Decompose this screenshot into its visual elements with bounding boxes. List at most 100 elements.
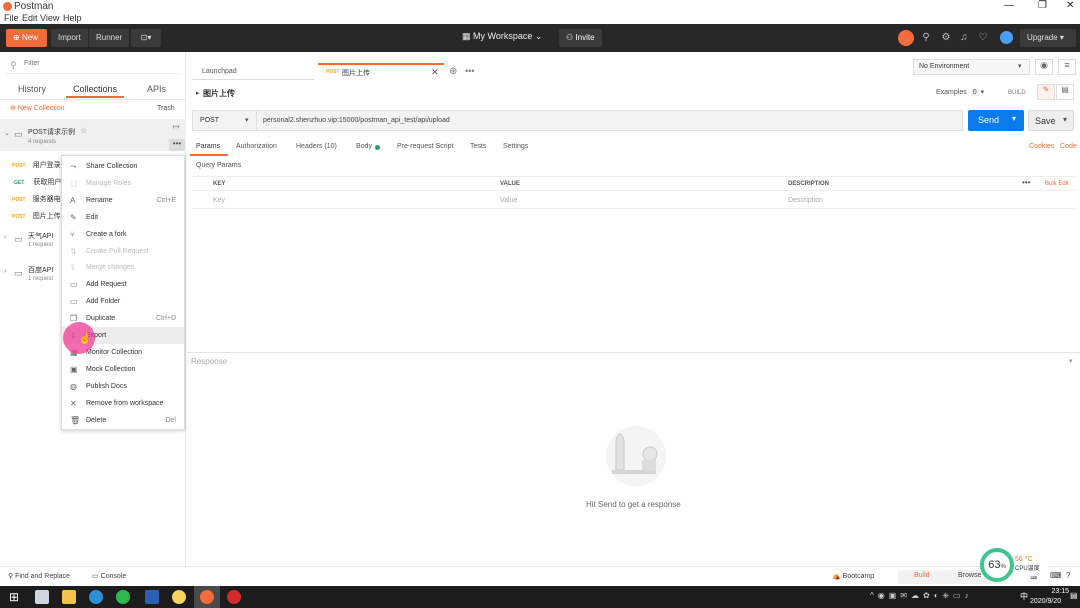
tab-apis[interactable]: APIs — [147, 84, 166, 94]
star-icon[interactable]: ☆ — [80, 126, 87, 135]
more-options-icon[interactable]: ••• — [1022, 178, 1030, 187]
upgrade-button[interactable]: Upgrade ▾ — [1020, 29, 1076, 47]
gear-icon[interactable]: ⚙ — [940, 32, 952, 44]
tab-launchpad[interactable]: Launchpad — [192, 63, 314, 80]
console-button[interactable]: ▭ Console — [92, 572, 126, 580]
collapse-arrow-icon[interactable]: ↦ — [173, 122, 180, 131]
description-field[interactable]: Description — [788, 197, 823, 204]
menu-item-remove-from-workspace[interactable]: ✕ Remove from workspace — [62, 395, 184, 412]
collection-row[interactable]: ⌄ ▭ POST请求示例 ☆ 4 requests ↦ ••• — [0, 119, 186, 151]
menu-item-label: Create Pull Request — [86, 247, 149, 255]
wechat-icon[interactable] — [116, 590, 130, 604]
menu-view[interactable]: View — [40, 13, 59, 23]
menu-item-add-folder[interactable]: ▭ Add Folder — [62, 293, 184, 310]
bulk-edit-link[interactable]: Bulk Edit — [1045, 181, 1069, 187]
menu-item-delete[interactable]: 🗑 Delete Del — [62, 412, 184, 429]
find-replace-button[interactable]: ⚲ Find and Replace — [8, 572, 70, 580]
windows-start-icon[interactable]: ⊞ — [9, 590, 19, 604]
value-field[interactable]: Value — [500, 197, 517, 204]
tab-history[interactable]: History — [18, 84, 46, 94]
menu-item-add-request[interactable]: ▭ Add Request — [62, 276, 184, 293]
add-tab-icon[interactable]: ⊕ — [449, 66, 457, 77]
tab-params[interactable]: Params — [196, 143, 220, 150]
filter-input[interactable] — [24, 60, 174, 67]
import-button[interactable]: Import — [51, 29, 88, 47]
send-button[interactable]: Send ▾ — [968, 110, 1024, 131]
examples-button[interactable]: Examples 0 ▾ — [936, 88, 984, 96]
menu-file[interactable]: File — [4, 13, 19, 23]
menu-item-rename[interactable]: A Rename Ctrl+E — [62, 192, 184, 209]
taskbar-app-icon[interactable] — [35, 590, 49, 604]
settings-sliders-icon[interactable]: ≡ — [1058, 59, 1076, 75]
chevron-down-icon[interactable]: ▾ — [1069, 357, 1073, 365]
chevron-down-icon: ▾ — [980, 89, 985, 96]
list-item[interactable]: GET 获取用户 — [14, 175, 61, 187]
file-explorer-icon[interactable] — [62, 590, 76, 604]
close-icon[interactable]: ✕ — [431, 67, 439, 78]
tab-authorization[interactable]: Authorization — [236, 143, 277, 150]
help-icon[interactable]: ? — [1066, 571, 1070, 580]
browser-icon[interactable] — [89, 590, 103, 604]
notification-icon[interactable]: ▤ — [1070, 591, 1078, 600]
system-tray[interactable]: ^◉▣✉☁✿◐⎈▭♪ — [870, 591, 1020, 603]
url-input[interactable]: personal2.shenzhuo.vip:15000/postman_api… — [257, 110, 963, 131]
menu-item-publish-docs[interactable]: ◍ Publish Docs — [62, 378, 184, 395]
menu-item-mock-collection[interactable]: ▣ Mock Collection — [62, 361, 184, 378]
tab-pre-request-script[interactable]: Pre-request Script — [397, 143, 453, 150]
maximize-icon[interactable]: ❐ — [1038, 0, 1047, 11]
ime-indicator[interactable]: 中 — [1020, 591, 1028, 602]
tab-request[interactable]: POST 图片上传 ✕ — [318, 63, 444, 80]
satellite-icon[interactable]: ⚲ — [920, 32, 932, 44]
menu-item-edit[interactable]: ✎ Edit — [62, 209, 184, 226]
sync-icon[interactable] — [898, 30, 914, 46]
workspace-switcher[interactable]: ▦ My Workspace ⌄ — [462, 31, 542, 42]
build-mode-button[interactable]: Build — [914, 572, 930, 579]
tab-collections[interactable]: Collections — [73, 84, 117, 94]
avatar[interactable] — [1000, 31, 1013, 44]
menu-help[interactable]: Help — [63, 13, 82, 23]
minimize-icon[interactable]: — — [1004, 0, 1014, 11]
new-button[interactable]: ⊕ New — [6, 29, 47, 47]
save-button[interactable]: Save ▾ — [1028, 110, 1074, 131]
eye-icon[interactable]: ◉ — [1035, 59, 1053, 75]
trash-link[interactable]: Trash — [157, 105, 175, 112]
pencil-icon[interactable]: ✎ — [1037, 84, 1055, 100]
chat-app-icon[interactable] — [172, 590, 186, 604]
keyboard-icon[interactable]: ⌨ — [1050, 571, 1062, 580]
list-item[interactable]: POST 图片上传 — [12, 209, 61, 221]
tab-tests[interactable]: Tests — [470, 143, 486, 150]
filter-box[interactable]: ⚲ — [6, 58, 180, 74]
tab-settings[interactable]: Settings — [503, 143, 528, 150]
word-icon[interactable] — [145, 590, 159, 604]
cookies-link[interactable]: Cookies — [1029, 143, 1054, 150]
new-window-button[interactable]: ⊡▾ — [131, 29, 161, 47]
method-select[interactable]: POST ▾ — [192, 110, 257, 131]
menu-item-create-a-fork[interactable]: ⑂ Create a fork — [62, 226, 184, 243]
close-window-icon[interactable]: ✕ — [1066, 0, 1074, 11]
recorder-icon[interactable] — [227, 590, 241, 604]
collection-row[interactable]: › ▭ 百度API 1 request — [0, 260, 60, 292]
clock[interactable]: 23:15 — [1043, 588, 1069, 595]
comment-icon[interactable]: ▤ — [1056, 84, 1074, 100]
list-item[interactable]: POST 服务器电 — [12, 192, 61, 204]
environment-select[interactable]: No Environment ▾ — [913, 59, 1030, 75]
more-tabs-icon[interactable]: ••• — [465, 66, 474, 76]
browse-mode-button[interactable]: Browse — [958, 572, 981, 579]
tab-headers[interactable]: Headers (10) — [296, 143, 337, 150]
code-link[interactable]: Code — [1060, 143, 1077, 150]
key-field[interactable]: Key — [213, 197, 225, 204]
bell-icon[interactable]: ♫ — [958, 32, 970, 44]
menu-edit[interactable]: Edit — [22, 13, 38, 23]
invite-button[interactable]: ⚇ Invite — [559, 29, 602, 47]
heart-icon[interactable]: ♡ — [977, 32, 989, 44]
postman-taskbar-icon[interactable] — [200, 590, 214, 604]
more-options-button[interactable]: ••• — [169, 139, 185, 151]
new-collection-button[interactable]: ⊕ New Collection — [10, 104, 65, 112]
bootcamp-button[interactable]: ⛺ Bootcamp — [832, 572, 874, 580]
list-item[interactable]: POST 用户登录 — [12, 158, 61, 170]
tab-body[interactable]: Body — [356, 143, 372, 150]
runner-button[interactable]: Runner — [89, 29, 130, 47]
menu-item-share-collection[interactable]: ⤳ Share Collection — [62, 158, 184, 175]
chevron-right-icon[interactable]: ▸ — [196, 89, 200, 97]
collection-row[interactable]: › ▭ 天气API 1 request — [0, 226, 60, 258]
